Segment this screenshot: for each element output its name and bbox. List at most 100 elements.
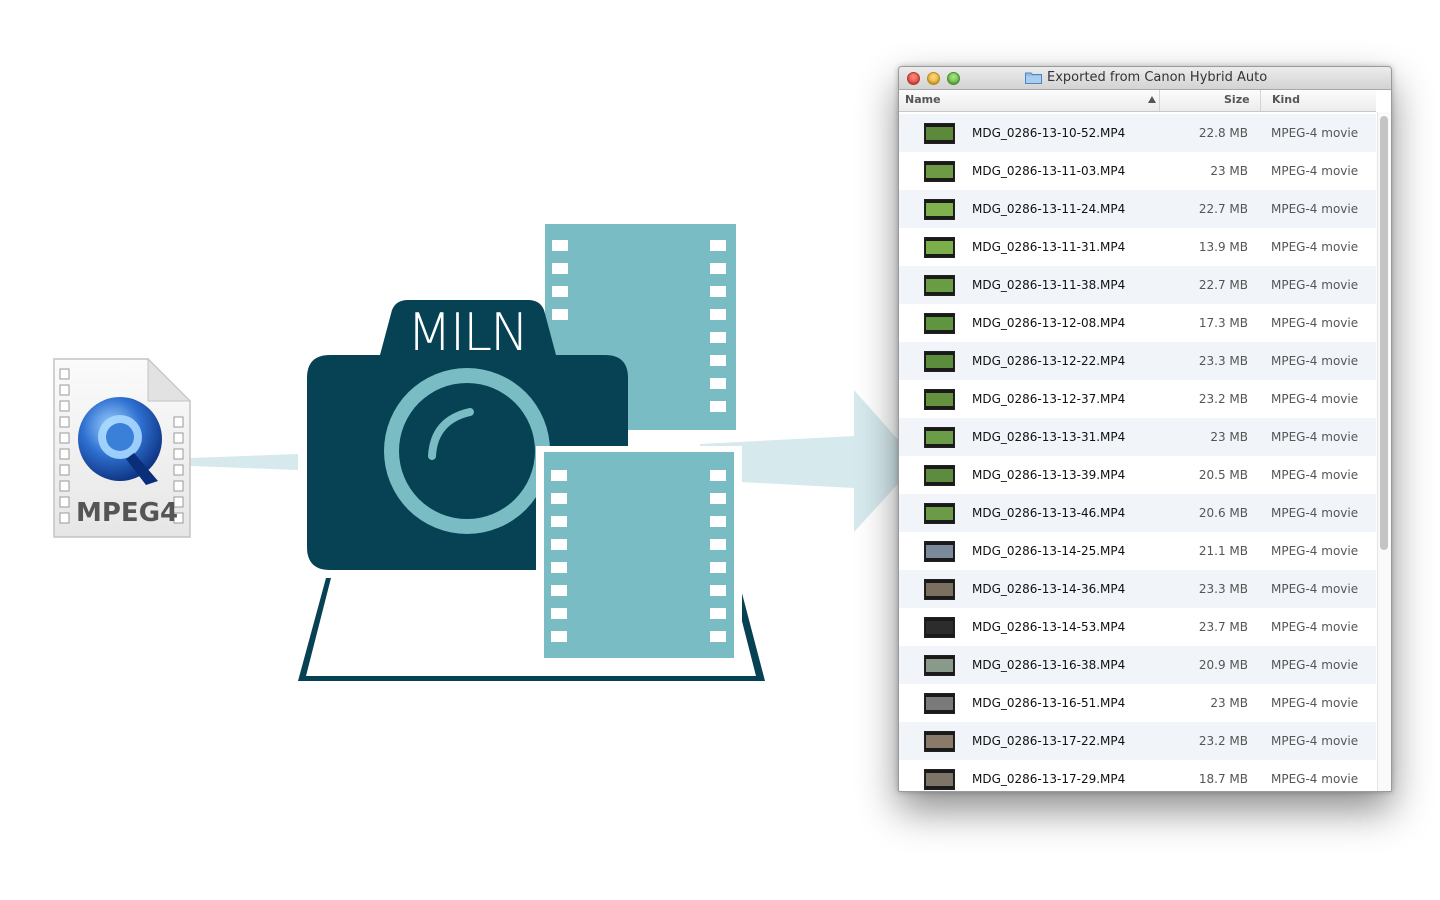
file-row[interactable]: MDG_0286-13-13-31.MP4 23 MB MPEG-4 movie xyxy=(899,418,1376,456)
file-name: MDG_0286-13-11-38.MP4 xyxy=(972,278,1126,292)
thumbnail-frame xyxy=(926,203,953,216)
file-row[interactable]: MDG_0286-13-13-39.MP4 20.5 MB MPEG-4 movie xyxy=(899,456,1376,494)
file-name: MDG_0286-13-12-08.MP4 xyxy=(972,316,1126,330)
thumbnail-frame xyxy=(926,127,953,140)
file-name: MDG_0286-13-13-31.MP4 xyxy=(972,430,1126,444)
column-kind[interactable]: Kind xyxy=(1272,93,1300,106)
file-name: MDG_0286-13-14-53.MP4 xyxy=(972,620,1126,634)
video-thumbnail-icon xyxy=(924,313,955,334)
thumbnail-frame xyxy=(926,773,953,786)
thumbnail-frame xyxy=(926,317,953,330)
video-thumbnail-icon xyxy=(924,579,955,600)
thumbnail-frame xyxy=(926,279,953,292)
file-row[interactable]: MDG_0286-13-11-03.MP4 23 MB MPEG-4 movie xyxy=(899,152,1376,190)
file-size: 23.3 MB xyxy=(1198,582,1248,596)
file-kind: MPEG-4 movie xyxy=(1271,316,1359,330)
file-size: 22.7 MB xyxy=(1198,202,1248,216)
file-name: MDG_0286-13-12-37.MP4 xyxy=(972,392,1126,406)
file-size: 23.3 MB xyxy=(1198,354,1248,368)
file-row[interactable]: MDG_0286-13-11-24.MP4 22.7 MB MPEG-4 movie xyxy=(899,190,1376,228)
file-row[interactable]: MDG_0286-13-11-38.MP4 22.7 MB MPEG-4 movie xyxy=(899,266,1376,304)
sort-ascending-icon[interactable] xyxy=(1148,96,1156,103)
video-thumbnail-icon xyxy=(924,617,955,638)
file-kind: MPEG-4 movie xyxy=(1271,696,1359,710)
window-title-group: Exported from Canon Hybrid Auto xyxy=(1025,70,1325,86)
thumbnail-frame xyxy=(926,735,953,748)
file-name: MDG_0286-13-11-03.MP4 xyxy=(972,164,1126,178)
scroll-thumb[interactable] xyxy=(1380,116,1388,550)
file-row[interactable]: MDG_0286-13-12-22.MP4 23.3 MB MPEG-4 movie xyxy=(899,342,1376,380)
thumbnail-frame xyxy=(926,469,953,482)
film-strip-front xyxy=(536,446,742,664)
column-divider[interactable] xyxy=(1159,90,1160,111)
minimize-button[interactable] xyxy=(927,72,940,85)
file-size: 23.7 MB xyxy=(1198,620,1248,634)
file-name: MDG_0286-13-13-39.MP4 xyxy=(972,468,1126,482)
video-thumbnail-icon xyxy=(924,351,955,372)
file-size: 13.9 MB xyxy=(1198,240,1248,254)
column-header: Name Size Kind xyxy=(899,90,1376,112)
logo-text: MILN xyxy=(407,303,527,363)
video-thumbnail-icon xyxy=(924,427,955,448)
file-row[interactable]: MDG_0286-13-16-51.MP4 23 MB MPEG-4 movie xyxy=(899,684,1376,722)
file-kind: MPEG-4 movie xyxy=(1271,658,1359,672)
file-row[interactable]: MDG_0286-13-17-29.MP4 18.7 MB MPEG-4 movie xyxy=(899,760,1376,791)
file-row[interactable]: MDG_0286-13-16-38.MP4 20.9 MB MPEG-4 movie xyxy=(899,646,1376,684)
file-row[interactable]: MDG_0286-13-10-52.MP4 22.8 MB MPEG-4 movie xyxy=(899,114,1376,152)
file-type-label: MPEG4 xyxy=(76,498,179,528)
file-kind: MPEG-4 movie xyxy=(1271,468,1359,482)
file-name: MDG_0286-13-12-22.MP4 xyxy=(972,354,1126,368)
video-thumbnail-icon xyxy=(924,199,955,220)
file-kind: MPEG-4 movie xyxy=(1271,620,1359,634)
folder-icon xyxy=(1025,72,1042,84)
file-name: MDG_0286-13-17-29.MP4 xyxy=(972,772,1126,786)
finder-window[interactable]: Exported from Canon Hybrid Auto Name Siz… xyxy=(898,66,1392,792)
column-divider[interactable] xyxy=(1260,90,1261,111)
file-row[interactable]: MDG_0286-13-14-36.MP4 23.3 MB MPEG-4 movie xyxy=(899,570,1376,608)
video-thumbnail-icon xyxy=(924,123,955,144)
file-size: 22.7 MB xyxy=(1198,278,1248,292)
file-size: 20.5 MB xyxy=(1198,468,1248,482)
close-button[interactable] xyxy=(907,72,920,85)
file-list[interactable]: MDG_0286-13-10-52.MP4 22.8 MB MPEG-4 movie… xyxy=(899,114,1376,791)
thumbnail-frame xyxy=(926,355,953,368)
file-row[interactable]: MDG_0286-13-14-25.MP4 21.1 MB MPEG-4 movie xyxy=(899,532,1376,570)
file-kind: MPEG-4 movie xyxy=(1271,582,1359,596)
thumbnail-frame xyxy=(926,659,953,672)
file-row[interactable]: MDG_0286-13-14-53.MP4 23.7 MB MPEG-4 movie xyxy=(899,608,1376,646)
file-row[interactable]: MDG_0286-13-17-22.MP4 23.2 MB MPEG-4 movie xyxy=(899,722,1376,760)
title-bar[interactable]: Exported from Canon Hybrid Auto xyxy=(899,67,1391,90)
thumbnail-frame xyxy=(926,241,953,254)
video-thumbnail-icon xyxy=(924,237,955,258)
vertical-scrollbar[interactable] xyxy=(1377,112,1391,791)
video-thumbnail-icon xyxy=(924,465,955,486)
zoom-button[interactable] xyxy=(947,72,960,85)
file-size: 18.7 MB xyxy=(1198,772,1248,786)
file-row[interactable]: MDG_0286-13-11-31.MP4 13.9 MB MPEG-4 movie xyxy=(899,228,1376,266)
video-thumbnail-icon xyxy=(924,389,955,410)
file-name: MDG_0286-13-16-38.MP4 xyxy=(972,658,1126,672)
file-kind: MPEG-4 movie xyxy=(1271,506,1359,520)
file-kind: MPEG-4 movie xyxy=(1271,544,1359,558)
file-size: 23 MB xyxy=(1210,430,1248,444)
thumbnail-frame xyxy=(926,507,953,520)
file-kind: MPEG-4 movie xyxy=(1271,430,1359,444)
file-name: MDG_0286-13-14-25.MP4 xyxy=(972,544,1126,558)
column-name[interactable]: Name xyxy=(905,93,941,106)
file-kind: MPEG-4 movie xyxy=(1271,126,1359,140)
file-row[interactable]: MDG_0286-13-12-37.MP4 23.2 MB MPEG-4 movie xyxy=(899,380,1376,418)
column-size[interactable]: Size xyxy=(1224,93,1250,106)
thumbnail-frame xyxy=(926,697,953,710)
file-row[interactable]: MDG_0286-13-13-46.MP4 20.6 MB MPEG-4 movie xyxy=(899,494,1376,532)
thumbnail-frame xyxy=(926,583,953,596)
file-kind: MPEG-4 movie xyxy=(1271,164,1359,178)
file-name: MDG_0286-13-14-36.MP4 xyxy=(972,582,1126,596)
file-kind: MPEG-4 movie xyxy=(1271,202,1359,216)
file-name: MDG_0286-13-10-52.MP4 xyxy=(972,126,1126,140)
file-size: 17.3 MB xyxy=(1198,316,1248,330)
file-row[interactable]: MDG_0286-13-12-08.MP4 17.3 MB MPEG-4 movie xyxy=(899,304,1376,342)
thumbnail-frame xyxy=(926,545,953,558)
file-name: MDG_0286-13-11-24.MP4 xyxy=(972,202,1126,216)
file-name: MDG_0286-13-17-22.MP4 xyxy=(972,734,1126,748)
file-size: 20.9 MB xyxy=(1198,658,1248,672)
